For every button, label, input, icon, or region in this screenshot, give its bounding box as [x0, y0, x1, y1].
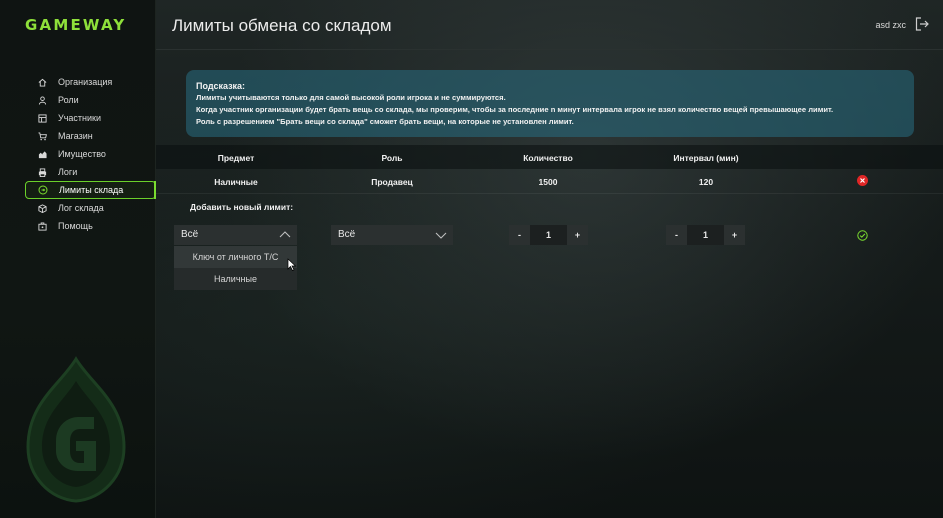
- sidebar-item-help[interactable]: Помощь: [25, 217, 156, 235]
- sidebar-item-label: Организация: [58, 77, 113, 87]
- add-limit-label: Добавить новый лимит:: [190, 202, 294, 212]
- printer-icon: [37, 167, 47, 177]
- sidebar-item-warehouse-log[interactable]: Лог склада: [25, 199, 156, 217]
- help-icon: [37, 221, 47, 231]
- chevron-up-icon: [279, 231, 291, 238]
- home-icon: [37, 77, 47, 87]
- role-select-value: Всё: [338, 229, 356, 240]
- item-select[interactable]: Всё: [174, 225, 297, 245]
- limits-icon: [38, 185, 48, 195]
- interval-stepper: - 1 +: [666, 225, 745, 245]
- members-icon: [37, 113, 47, 123]
- delete-limit-button[interactable]: [857, 175, 868, 186]
- app-logo: GAMEWAY: [25, 16, 127, 34]
- sidebar-item-label: Помощь: [58, 221, 93, 231]
- sidebar-item-organization[interactable]: Организация: [25, 73, 156, 91]
- sidebar-item-label: Магазин: [58, 131, 93, 141]
- sidebar-item-label: Лимиты склада: [59, 185, 124, 195]
- logout-icon[interactable]: [915, 17, 929, 31]
- hint-title: Подсказка:: [196, 81, 246, 91]
- sidebar-item-members[interactable]: Участники: [25, 109, 156, 127]
- top-bar: Лимиты обмена со складом asd zxc: [156, 0, 943, 50]
- row-interval: 120: [698, 177, 714, 187]
- chevron-down-icon: [435, 232, 447, 239]
- item-select-value: Всё: [181, 229, 199, 240]
- table-row: Наличные Продавец 1500 120: [156, 169, 943, 194]
- sidebar: GAMEWAY Организация Роли Участники Магаз…: [0, 0, 156, 518]
- cart-icon: [37, 131, 47, 141]
- close-icon: [860, 178, 865, 183]
- sidebar-item-logs[interactable]: Логи: [25, 163, 156, 181]
- row-amount: 1500: [538, 177, 558, 187]
- main-content: Лимиты обмена со складом asd zxc Подсказ…: [156, 0, 943, 518]
- interval-increment-button[interactable]: +: [724, 225, 745, 245]
- user-icon: [37, 95, 47, 105]
- interval-decrement-button[interactable]: -: [666, 225, 687, 245]
- limits-table-header: Предмет Роль Количество Интервал (мин): [156, 145, 943, 169]
- row-item: Наличные: [214, 177, 258, 187]
- amount-value[interactable]: 1: [530, 225, 567, 245]
- amount-decrement-button[interactable]: -: [509, 225, 530, 245]
- sidebar-item-property[interactable]: Имущество: [25, 145, 156, 163]
- page-title: Лимиты обмена со складом: [172, 16, 392, 35]
- item-select-dropdown: Ключ от личного Т/С Наличные: [174, 246, 297, 290]
- column-header-interval: Интервал (мин): [673, 153, 739, 163]
- sidebar-item-label: Логи: [58, 167, 78, 177]
- dropdown-option[interactable]: Наличные: [174, 268, 297, 290]
- sidebar-item-label: Имущество: [58, 149, 106, 159]
- column-header-role: Роль: [381, 153, 403, 163]
- sidebar-item-label: Роли: [58, 95, 79, 105]
- sidebar-item-roles[interactable]: Роли: [25, 91, 156, 109]
- hint-line: Роль с разрешением "Брать вещи со склада…: [196, 117, 574, 126]
- sidebar-nav: Организация Роли Участники Магазин Имуще…: [25, 73, 156, 235]
- property-icon: [37, 149, 47, 159]
- sidebar-item-label: Участники: [58, 113, 101, 123]
- dropdown-option[interactable]: Ключ от личного Т/С: [174, 246, 297, 268]
- mouse-cursor-icon: [287, 258, 297, 271]
- user-name: asd zxc: [875, 20, 906, 30]
- row-role: Продавец: [371, 177, 413, 187]
- box-icon: [37, 203, 47, 213]
- hint-panel: Подсказка: Лимиты учитываются только для…: [186, 70, 914, 137]
- column-header-item: Предмет: [217, 153, 255, 163]
- hint-line: Когда участник организации будет брать в…: [196, 105, 834, 114]
- sidebar-item-shop[interactable]: Магазин: [25, 127, 156, 145]
- role-select[interactable]: Всё: [331, 225, 453, 245]
- amount-stepper: - 1 +: [509, 225, 588, 245]
- confirm-add-check-icon[interactable]: [857, 230, 868, 241]
- column-header-amount: Количество: [523, 153, 573, 163]
- sidebar-item-label: Лог склада: [58, 203, 104, 213]
- interval-value[interactable]: 1: [687, 225, 724, 245]
- hint-line: Лимиты учитываются только для самой высо…: [196, 93, 506, 102]
- amount-increment-button[interactable]: +: [567, 225, 588, 245]
- gameway-emblem-icon: [26, 356, 126, 503]
- sidebar-item-warehouse-limits[interactable]: Лимиты склада: [25, 181, 156, 199]
